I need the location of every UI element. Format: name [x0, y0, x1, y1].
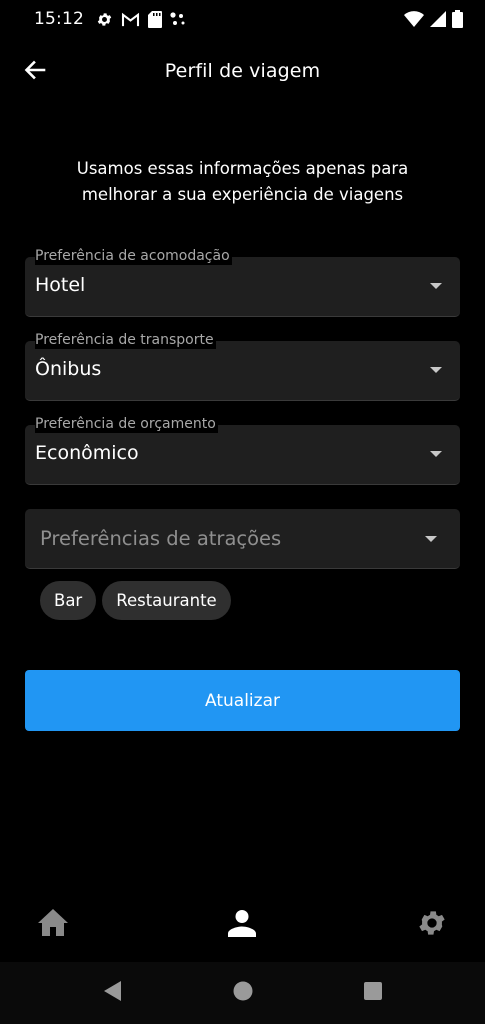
transport-value: Ônibus	[35, 358, 102, 380]
circle-home-icon	[233, 981, 253, 1005]
nav-settings[interactable]	[402, 895, 462, 955]
page-title: Perfil de viagem	[164, 60, 321, 82]
battery-icon	[452, 10, 463, 28]
budget-dropdown[interactable]: Preferência de orçamento Econômico	[25, 415, 460, 485]
home-icon	[37, 909, 69, 941]
transport-label: Preferência de transporte	[35, 331, 216, 349]
dots-icon	[170, 12, 186, 26]
app-bar: Perfil de viagem	[0, 44, 485, 100]
status-system-icons	[404, 10, 463, 28]
intro-text: Usamos essas informações apenas para mel…	[76, 159, 409, 204]
transport-dropdown[interactable]: Preferência de transporte Ônibus	[25, 331, 460, 401]
nav-profile[interactable]	[212, 895, 272, 955]
accommodation-dropdown[interactable]: Preferência de acomodação Hotel	[25, 247, 460, 317]
budget-label: Preferência de orçamento	[35, 415, 218, 433]
sd-card-icon	[148, 10, 162, 28]
status-notification-icons	[96, 10, 186, 28]
chip-bar[interactable]: Bar	[40, 581, 97, 620]
system-navigation-bar	[0, 962, 485, 1024]
gear-icon	[96, 11, 113, 28]
triangle-back-icon	[103, 981, 122, 1005]
square-recents-icon	[363, 982, 382, 1004]
signal-icon	[430, 11, 446, 27]
status-bar: 15:12	[0, 0, 485, 38]
nav-home[interactable]	[23, 895, 83, 955]
system-back-button[interactable]	[102, 981, 124, 1005]
bottom-navigation	[0, 888, 485, 962]
system-recents-button[interactable]	[362, 982, 384, 1004]
chip-restaurante[interactable]: Restaurante	[102, 581, 231, 620]
accommodation-label: Preferência de acomodação	[35, 247, 232, 265]
budget-value: Econômico	[35, 442, 139, 464]
update-button[interactable]: Atualizar	[25, 670, 460, 731]
app-screen: 15:12 Perfil de viagem Usamos essas info…	[0, 0, 485, 1024]
gmail-icon	[121, 12, 140, 27]
wifi-icon	[404, 11, 424, 27]
dropdown-arrow-icon	[430, 451, 442, 457]
dropdown-arrow-icon	[430, 283, 442, 289]
settings-icon	[416, 907, 448, 943]
attractions-placeholder: Preferências de atrações	[40, 527, 282, 550]
dropdown-arrow-icon	[430, 367, 442, 373]
dropdown-arrow-icon	[425, 536, 437, 542]
accommodation-value: Hotel	[35, 274, 86, 296]
selected-attractions: Bar Restaurante	[40, 581, 231, 620]
person-icon	[228, 909, 257, 941]
attractions-dropdown[interactable]: Preferências de atrações	[25, 509, 460, 569]
system-home-button[interactable]	[232, 981, 254, 1005]
status-time: 15:12	[34, 9, 84, 29]
